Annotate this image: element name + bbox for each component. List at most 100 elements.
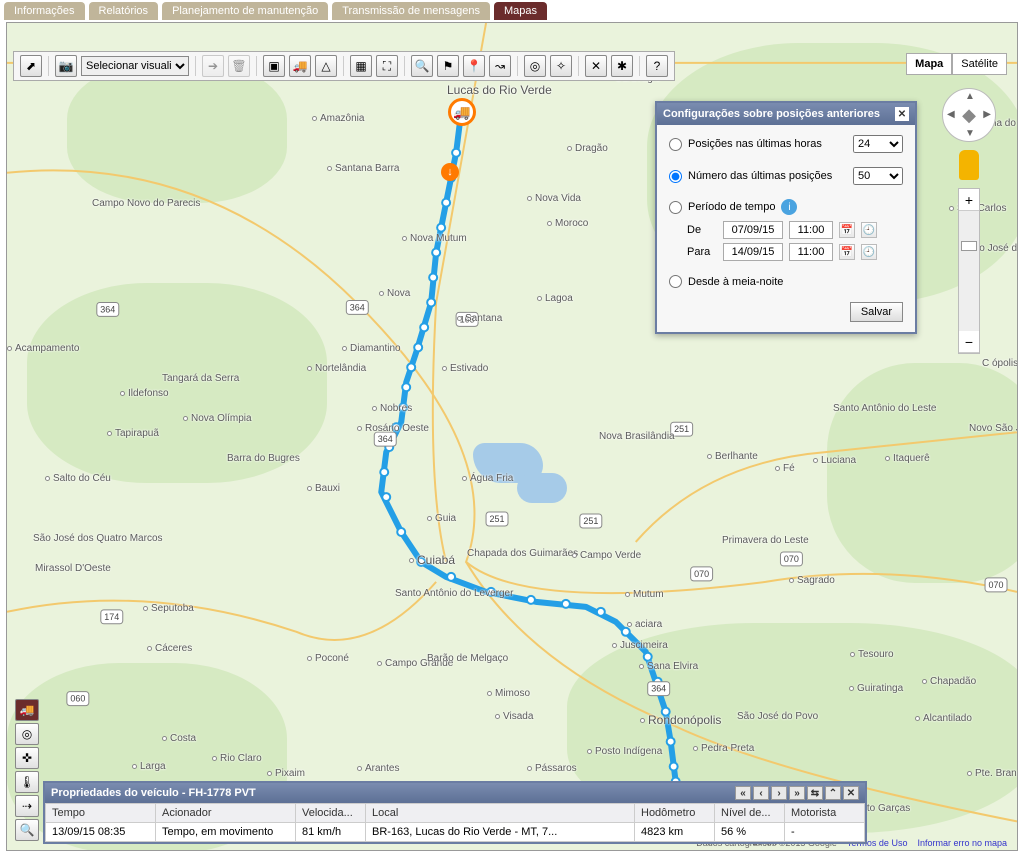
city-label: Nova Brasilândia bbox=[599, 431, 675, 442]
city-label: Seputoba bbox=[143, 603, 194, 614]
map-type-mapa[interactable]: Mapa bbox=[906, 53, 952, 75]
col-motorista[interactable]: Motorista bbox=[785, 804, 865, 823]
prev-icon[interactable]: ‹ bbox=[753, 786, 769, 800]
city-label: Amazônia bbox=[312, 113, 364, 124]
forward-icon[interactable]: ➔ bbox=[202, 55, 224, 77]
col-tempo[interactable]: Tempo bbox=[46, 804, 156, 823]
top-nav-tabs: Informações Relatórios Planejamento de m… bbox=[0, 0, 1024, 22]
zoom-in-button[interactable]: + bbox=[959, 189, 979, 211]
city-label: Visada bbox=[495, 711, 533, 722]
city-label: aciara bbox=[627, 619, 662, 630]
tools-icon[interactable]: ✕ bbox=[585, 55, 607, 77]
next-icon[interactable]: › bbox=[771, 786, 787, 800]
pan-compass[interactable]: ▲ ▼ ◀ ▶ ◆ bbox=[942, 88, 996, 142]
data-icon[interactable]: ▣ bbox=[263, 55, 285, 77]
last-icon[interactable]: » bbox=[789, 786, 805, 800]
pin-icon[interactable]: ✕ bbox=[895, 107, 909, 121]
fleet-icon[interactable]: 🚚 bbox=[15, 699, 39, 721]
poi-icon[interactable]: 📍 bbox=[463, 55, 485, 77]
svg-text:070: 070 bbox=[694, 569, 709, 579]
svg-text:174: 174 bbox=[104, 612, 119, 622]
geofence-icon[interactable]: ◎ bbox=[524, 55, 546, 77]
calendar-icon[interactable]: 📅 bbox=[839, 244, 855, 260]
city-label: Itaquerê bbox=[885, 453, 930, 464]
de-time-input[interactable] bbox=[789, 221, 833, 239]
tab-relatorios[interactable]: Relatórios bbox=[89, 2, 159, 20]
minimize-icon[interactable]: ⌃ bbox=[825, 786, 841, 800]
opt-midnight[interactable]: Desde à meia-noite bbox=[669, 275, 903, 288]
route-icon[interactable]: ↝ bbox=[489, 55, 511, 77]
side-tray: 🚚 ◎ ✜ 🌡 ⇢ 🔍 bbox=[15, 699, 39, 841]
bounds-icon[interactable]: ⛶ bbox=[376, 55, 398, 77]
calendar-icon[interactable]: 📅 bbox=[839, 222, 855, 238]
para-date-input[interactable] bbox=[723, 243, 783, 261]
report-error-link[interactable]: Informar erro no mapa bbox=[917, 838, 1007, 848]
de-date-input[interactable] bbox=[723, 221, 783, 239]
de-label: De bbox=[687, 224, 717, 236]
stop-marker[interactable]: ↓ bbox=[441, 163, 459, 181]
city-label: Salto do Céu bbox=[45, 473, 111, 484]
clock-icon[interactable]: 🕘 bbox=[861, 222, 877, 238]
opt-period[interactable]: Período de tempo i bbox=[669, 199, 903, 215]
city-label: Pedra Preta bbox=[693, 743, 754, 754]
tab-transmissao[interactable]: Transmissão de mensagens bbox=[332, 2, 490, 20]
swap-icon[interactable]: ⇆ bbox=[807, 786, 823, 800]
svg-text:364: 364 bbox=[350, 302, 365, 312]
pointer-tool-icon[interactable]: ⬈ bbox=[20, 55, 42, 77]
pegman-icon[interactable] bbox=[959, 150, 979, 180]
visual-select[interactable]: Selecionar visuali bbox=[81, 56, 189, 76]
hours-select[interactable]: 24 bbox=[853, 135, 903, 153]
close-icon[interactable]: ✕ bbox=[843, 786, 859, 800]
location-icon[interactable]: ✜ bbox=[15, 747, 39, 769]
col-acionador[interactable]: Acionador bbox=[156, 804, 296, 823]
table-row[interactable]: 13/09/15 08:35 Tempo, em movimento 81 km… bbox=[46, 823, 865, 842]
temperature-icon[interactable]: 🌡 bbox=[15, 771, 39, 793]
warning-icon[interactable]: △ bbox=[315, 55, 337, 77]
map-toolbar: ⬈ 📷 Selecionar visuali ➔ 🗑 ▣ 🚚 △ ▦ ⛶ 🔍 ⚑… bbox=[13, 51, 675, 81]
city-label: Costa bbox=[162, 733, 196, 744]
opt-last-count[interactable]: Número das últimas posições bbox=[669, 170, 832, 183]
city-label: Pássaros bbox=[527, 763, 577, 774]
city-label: Sagrado bbox=[789, 575, 835, 586]
col-velocidade[interactable]: Velocida... bbox=[296, 804, 366, 823]
pin-icon[interactable]: ✧ bbox=[550, 55, 572, 77]
zoom-extent-icon[interactable]: 🔍 bbox=[411, 55, 433, 77]
svg-text:251: 251 bbox=[674, 424, 689, 434]
city-label: Santana bbox=[457, 313, 502, 324]
col-hodometro[interactable]: Hodômetro bbox=[635, 804, 715, 823]
first-icon[interactable]: « bbox=[735, 786, 751, 800]
vehicle-marker[interactable]: 🚚 bbox=[448, 98, 476, 126]
svg-text:364: 364 bbox=[100, 304, 115, 314]
count-select[interactable]: 50 bbox=[853, 167, 903, 185]
trash-icon[interactable]: 🗑 bbox=[228, 55, 250, 77]
camera-icon[interactable]: 📷 bbox=[55, 55, 77, 77]
para-time-input[interactable] bbox=[789, 243, 833, 261]
grid-icon[interactable]: ▦ bbox=[350, 55, 372, 77]
truck-icon[interactable]: 🚚 bbox=[289, 55, 311, 77]
flag-icon[interactable]: ⚑ bbox=[437, 55, 459, 77]
search-icon[interactable]: 🔍 bbox=[15, 819, 39, 841]
zoom-out-button[interactable]: − bbox=[959, 331, 979, 353]
tab-mapas[interactable]: Mapas bbox=[494, 2, 547, 20]
settings-icon[interactable]: ✱ bbox=[611, 55, 633, 77]
svg-text:070: 070 bbox=[784, 554, 799, 564]
city-label: Alcantilado bbox=[915, 713, 972, 724]
tab-informacoes[interactable]: Informações bbox=[4, 2, 85, 20]
city-label: Nova Vida bbox=[527, 193, 581, 204]
save-button[interactable]: Salvar bbox=[850, 302, 903, 322]
target-icon[interactable]: ◎ bbox=[15, 723, 39, 745]
info-icon[interactable]: i bbox=[781, 199, 797, 215]
col-local[interactable]: Local bbox=[366, 804, 635, 823]
col-nivel[interactable]: Nível de... bbox=[715, 804, 785, 823]
map-type-satelite[interactable]: Satélite bbox=[952, 53, 1007, 75]
help-icon[interactable]: ? bbox=[646, 55, 668, 77]
city-label: Mimoso bbox=[487, 688, 530, 699]
link-icon[interactable]: ⇢ bbox=[15, 795, 39, 817]
clock-icon[interactable]: 🕘 bbox=[861, 244, 877, 260]
city-label: Luciana bbox=[813, 455, 856, 466]
city-label: Novo São Joaquim bbox=[969, 423, 1017, 434]
city-label: Tangará da Serra bbox=[162, 373, 239, 384]
tab-planejamento[interactable]: Planejamento de manutenção bbox=[162, 2, 328, 20]
opt-last-hours[interactable]: Posições nas últimas horas bbox=[669, 138, 822, 151]
zoom-slider[interactable] bbox=[959, 211, 979, 331]
